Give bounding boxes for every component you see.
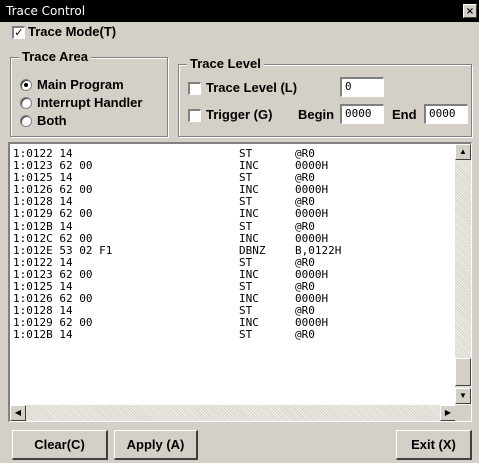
scroll-right-button[interactable]: ▶ — [440, 405, 456, 421]
end-input[interactable]: 0000 — [424, 104, 468, 124]
trace-level-checkbox[interactable] — [188, 82, 201, 95]
trace-level-group: Trace Level — [178, 56, 472, 137]
trace-row-address: 1:0129 62 00 — [13, 207, 93, 221]
trigger-label[interactable]: Trigger (G) — [206, 107, 272, 122]
trace-row-operand: 0000H — [295, 207, 329, 221]
arrow-right-icon: ▶ — [444, 408, 452, 417]
radio-interrupt-handler[interactable] — [20, 97, 32, 109]
end-label: End — [392, 107, 417, 122]
begin-input[interactable]: 0000 — [340, 104, 384, 124]
trace-row-address: 1:012B 14 — [13, 219, 73, 233]
trace-row-operand: 0000H — [295, 231, 329, 245]
trace-row-mnemonic: DBNZ — [239, 243, 266, 257]
trace-row-mnemonic: INC — [239, 231, 259, 245]
vertical-scroll-thumb[interactable] — [455, 358, 471, 386]
radio-both[interactable] — [20, 115, 32, 127]
title-bar: Trace Control × — [0, 0, 479, 22]
arrow-left-icon: ◀ — [14, 408, 22, 417]
close-button[interactable]: × — [463, 4, 477, 18]
trace-mode-label[interactable]: Trace Mode(T) — [28, 24, 116, 39]
radio-selected-dot — [24, 83, 28, 87]
trace-row-address: 1:012C 62 00 — [13, 231, 93, 245]
arrow-up-icon: ▲ — [459, 147, 467, 156]
clear-button[interactable]: Clear(C) — [12, 430, 108, 460]
vertical-scrollbar[interactable]: ▲ ▼ — [455, 144, 471, 404]
radio-both-label[interactable]: Both — [37, 113, 67, 128]
begin-label: Begin — [298, 107, 335, 122]
trace-row-mnemonic: INC — [239, 207, 259, 221]
scroll-down-button[interactable]: ▼ — [455, 388, 471, 404]
trace-level-label[interactable]: Trace Level (L) — [206, 80, 297, 95]
scroll-up-button[interactable]: ▲ — [455, 144, 471, 160]
check-icon: ✓ — [14, 27, 24, 39]
scrollbar-corner — [455, 405, 471, 421]
trace-row-address: 1:012B 14 — [13, 328, 73, 342]
radio-interrupt-handler-label[interactable]: Interrupt Handler — [37, 95, 142, 110]
window-title: Trace Control — [6, 4, 86, 18]
trace-level-input[interactable]: 0 — [340, 77, 384, 97]
trace-area-title: Trace Area — [19, 49, 92, 64]
trace-listbox[interactable]: 1:0122 14 ST @R0 1:0123 62 00 INC 0000H 1:0125… — [8, 142, 472, 422]
radio-main-program-label[interactable]: Main Program — [37, 77, 124, 92]
horizontal-scrollbar[interactable]: ◀ ▶ — [10, 405, 456, 421]
scroll-left-button[interactable]: ◀ — [10, 405, 26, 421]
exit-button[interactable]: Exit (X) — [396, 430, 472, 460]
trace-level-title: Trace Level — [187, 56, 264, 71]
close-icon: × — [465, 6, 475, 17]
arrow-down-icon: ▼ — [459, 391, 467, 400]
trace-row-operand: @R0 — [295, 219, 315, 233]
trigger-checkbox[interactable] — [188, 109, 201, 122]
trace-mode-checkbox[interactable]: ✓ — [12, 26, 25, 39]
radio-main-program[interactable] — [20, 79, 32, 91]
trace-row-operand: B,0122H — [295, 243, 342, 257]
apply-button[interactable]: Apply (A) — [114, 430, 198, 460]
trace-row-operand: @R0 — [295, 328, 315, 342]
trace-row-mnemonic: ST — [239, 219, 253, 233]
trace-row-address: 1:012E 53 02 F1 — [13, 243, 113, 257]
trace-row-mnemonic: ST — [239, 328, 253, 342]
